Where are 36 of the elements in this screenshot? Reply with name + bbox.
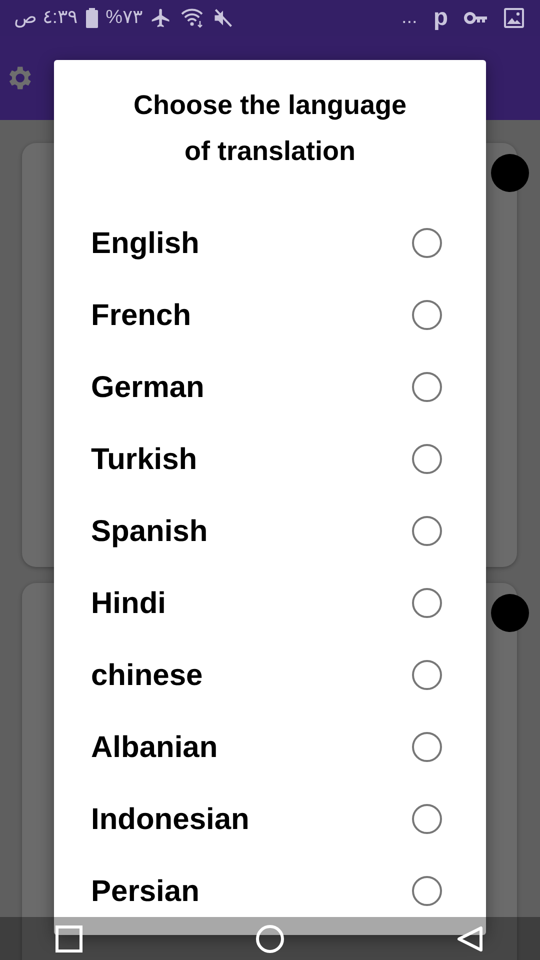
clock-time: ٤:٣٩ ص <box>14 6 78 30</box>
radio-button[interactable] <box>412 228 442 258</box>
language-option[interactable]: Indonesian <box>91 796 250 842</box>
language-option[interactable]: Persian <box>91 868 200 914</box>
language-option[interactable]: French <box>91 292 192 338</box>
key-icon <box>464 11 488 25</box>
notification-letter: p <box>433 6 448 30</box>
dialog-title: Choose the language of translation <box>132 89 408 168</box>
language-option[interactable]: chinese <box>91 652 203 698</box>
battery-percent: ٧٣% <box>106 6 142 30</box>
radio-button[interactable] <box>412 804 442 834</box>
image-icon <box>504 8 524 28</box>
more-notifications: ... <box>401 6 418 30</box>
recents-icon[interactable] <box>55 924 83 952</box>
language-option[interactable]: Hindi <box>91 580 166 626</box>
airplane-icon <box>150 7 172 29</box>
wifi-icon <box>180 7 204 29</box>
language-option[interactable]: Albanian <box>91 724 218 770</box>
language-option[interactable]: Spanish <box>91 508 208 554</box>
language-option[interactable]: English <box>91 220 200 266</box>
radio-button[interactable] <box>412 876 442 906</box>
back-icon[interactable] <box>456 924 484 952</box>
count-badge <box>491 154 529 192</box>
count-badge <box>491 594 529 632</box>
radio-button[interactable] <box>412 732 442 762</box>
radio-button[interactable] <box>412 444 442 474</box>
language-option[interactable]: Turkish <box>91 436 198 482</box>
mute-icon <box>212 7 234 29</box>
radio-button[interactable] <box>412 588 442 618</box>
radio-button[interactable] <box>412 300 442 330</box>
radio-button[interactable] <box>412 372 442 402</box>
home-icon[interactable] <box>254 924 284 954</box>
battery-icon <box>86 8 98 28</box>
radio-button[interactable] <box>412 660 442 690</box>
radio-button[interactable] <box>412 516 442 546</box>
language-option[interactable]: German <box>91 364 204 410</box>
